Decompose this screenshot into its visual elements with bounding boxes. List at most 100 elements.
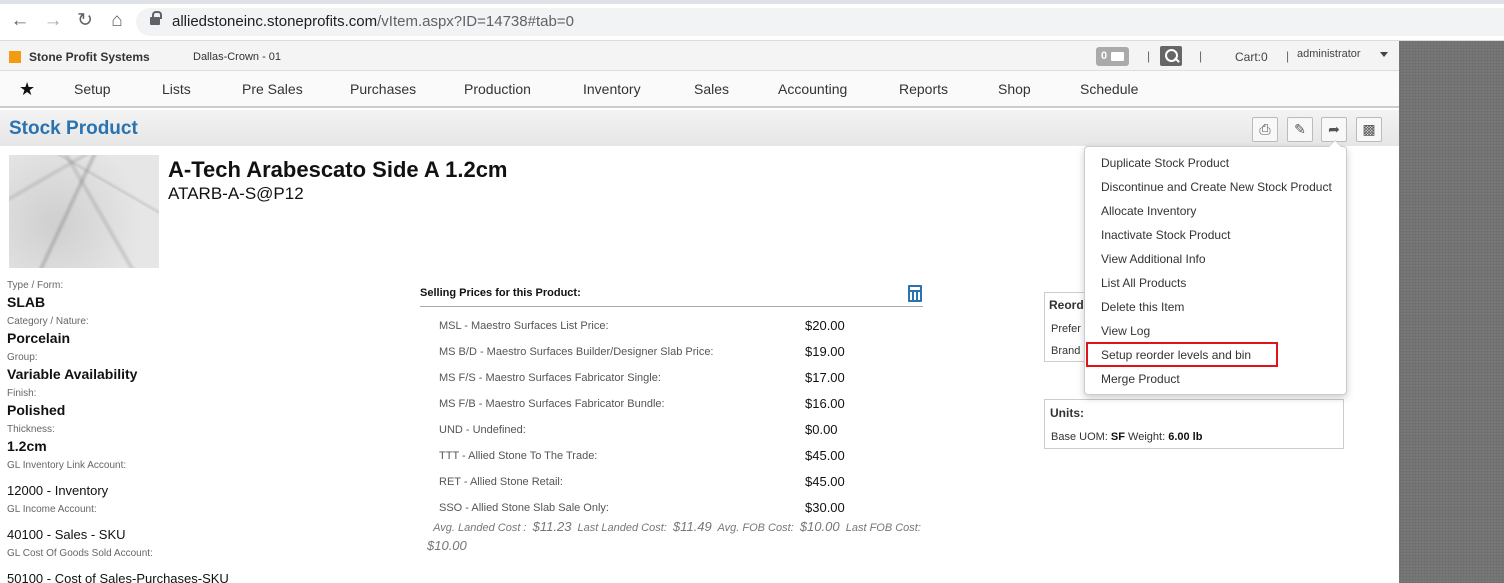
avg-fob-cost-label: Avg. FOB Cost: (717, 522, 794, 534)
price-row: UND - Undefined: $0.00 (420, 417, 923, 443)
weight-value: 6.00 lb (1168, 431, 1203, 443)
price-value: $17.00 (805, 370, 845, 385)
menu-inactivate-stock-product[interactable]: Inactivate Stock Product (1101, 228, 1230, 242)
cost-summary: Avg. Landed Cost : $11.23 Last Landed Co… (427, 518, 932, 556)
product-code: ATARB-A-S@P12 (168, 184, 304, 203)
menu-lists[interactable]: Lists (162, 81, 191, 97)
reload-icon[interactable]: ↻ (74, 10, 96, 32)
base-uom-label: Base UOM: (1051, 431, 1108, 443)
last-fob-cost-label: Last FOB Cost: (845, 522, 921, 534)
menu-pre-sales[interactable]: Pre Sales (242, 81, 303, 97)
menu-sales[interactable]: Sales (694, 81, 729, 97)
units-heading: Units: (1050, 406, 1084, 420)
price-label: RET - Allied Stone Retail: (439, 476, 563, 488)
price-row: TTT - Allied Stone To The Trade: $45.00 (420, 443, 923, 469)
avg-landed-cost-value: $11.23 (532, 519, 572, 534)
menu-list-all-products[interactable]: List All Products (1101, 276, 1186, 290)
mail-count: 0 (1101, 50, 1108, 62)
menu-view-additional-info[interactable]: View Additional Info (1101, 252, 1206, 266)
lock-icon (150, 11, 162, 27)
thickness-label: Thickness: (7, 424, 55, 435)
gl-inventory-value: 12000 - Inventory (7, 483, 109, 498)
category-label: Category / Nature: (7, 316, 89, 327)
price-row: MSL - Maestro Surfaces List Price: $20.0… (420, 313, 923, 339)
edit-icon[interactable]: ✎ (1287, 117, 1313, 142)
menu-reports[interactable]: Reports (899, 81, 948, 97)
price-value: $20.00 (805, 318, 845, 333)
brand-name[interactable]: Stone Profit Systems (29, 50, 150, 64)
back-arrow-icon[interactable]: ← (9, 10, 31, 32)
envelope-icon (1111, 52, 1124, 61)
cart-link[interactable]: Cart:0 (1235, 50, 1268, 64)
price-value: $45.00 (805, 474, 845, 489)
price-label: UND - Undefined: (439, 424, 526, 436)
location-label[interactable]: Dallas-Crown - 01 (193, 51, 281, 63)
price-label: MS F/B - Maestro Surfaces Fabricator Bun… (439, 398, 665, 410)
menu-discontinue-create-new[interactable]: Discontinue and Create New Stock Product (1101, 180, 1332, 194)
page-title: Stock Product (9, 118, 138, 139)
stats-icon[interactable]: ▩ (1356, 117, 1382, 142)
type-form-label: Type / Form: (7, 280, 64, 291)
menu-accounting[interactable]: Accounting (778, 81, 847, 97)
share-icon[interactable]: ➦ (1321, 117, 1347, 142)
last-landed-cost-value: $11.49 (672, 519, 712, 534)
menu-production[interactable]: Production (464, 81, 531, 97)
avg-fob-cost-value: $10.00 (799, 519, 840, 534)
category-value: Porcelain (7, 330, 71, 346)
gl-income-value: 40100 - Sales - SKU (7, 527, 126, 542)
chevron-down-icon[interactable] (1380, 52, 1388, 57)
highlight-box (1086, 342, 1278, 367)
thickness-value: 1.2cm (7, 438, 47, 454)
menu-schedule[interactable]: Schedule (1080, 81, 1138, 97)
logo-icon (9, 51, 21, 63)
url-host: alliedstoneinc.stoneprofits.com (172, 13, 378, 30)
user-menu[interactable]: administrator (1297, 48, 1361, 60)
separator: | (1147, 49, 1151, 63)
browser-toolbar: ← → ↻ ⌂ alliedstoneinc.stoneprofits.com/… (0, 0, 1504, 41)
menu-purchases[interactable]: Purchases (350, 81, 416, 97)
url-path: /vItem.aspx?ID=14738#tab=0 (377, 13, 574, 30)
avg-landed-cost-label: Avg. Landed Cost : (433, 522, 527, 534)
forward-arrow-icon[interactable]: → (42, 10, 64, 32)
price-value: $30.00 (805, 500, 845, 515)
price-value: $19.00 (805, 344, 845, 359)
window-background (1399, 41, 1504, 583)
units-panel: Units: Base UOM: SF Weight: 6.00 lb (1044, 399, 1344, 449)
product-name: A-Tech Arabescato Side A 1.2cm (168, 157, 508, 182)
print-icon[interactable]: ⎙ (1252, 117, 1278, 142)
price-value: $16.00 (805, 396, 845, 411)
group-label: Group: (7, 352, 38, 363)
price-row: MS F/B - Maestro Surfaces Fabricator Bun… (420, 391, 923, 417)
main-menu: ★ Setup Lists Pre Sales Purchases Produc… (0, 71, 1399, 108)
mail-button[interactable]: 0 (1096, 47, 1129, 66)
app-window: ← → ↻ ⌂ alliedstoneinc.stoneprofits.com/… (0, 0, 1504, 583)
calculator-icon[interactable] (908, 285, 922, 302)
last-landed-cost-label: Last Landed Cost: (577, 522, 667, 534)
menu-duplicate-stock-product[interactable]: Duplicate Stock Product (1101, 156, 1229, 170)
star-icon[interactable]: ★ (19, 79, 35, 100)
menu-shop[interactable]: Shop (998, 81, 1031, 97)
type-form-value: SLAB (7, 294, 46, 310)
menu-merge-product[interactable]: Merge Product (1101, 372, 1180, 386)
menu-inventory[interactable]: Inventory (583, 81, 641, 97)
search-icon[interactable] (1160, 46, 1182, 66)
gl-inventory-label: GL Inventory Link Account: (7, 460, 127, 471)
price-row: MS F/S - Maestro Surfaces Fabricator Sin… (420, 365, 923, 391)
page-title-bar: Stock Product ⎙ ✎ ➦ ▩ (0, 110, 1399, 146)
weight-label: Weight: (1128, 431, 1166, 443)
finish-value: Polished (7, 402, 66, 418)
home-icon[interactable]: ⌂ (106, 10, 128, 32)
address-bar[interactable]: alliedstoneinc.stoneprofits.com/vItem.as… (136, 8, 1504, 36)
divider (420, 306, 923, 307)
group-value: Variable Availability (7, 366, 138, 382)
menu-delete-item[interactable]: Delete this Item (1101, 300, 1184, 314)
reorder-heading: Reord (1049, 298, 1084, 312)
gl-cogs-value: 50100 - Cost of Sales-Purchases-SKU (7, 571, 229, 583)
app-header: Stone Profit Systems Dallas-Crown - 01 0… (0, 41, 1399, 71)
menu-setup[interactable]: Setup (74, 81, 111, 97)
menu-allocate-inventory[interactable]: Allocate Inventory (1101, 204, 1196, 218)
gl-cogs-label: GL Cost Of Goods Sold Account: (7, 548, 153, 559)
menu-view-log[interactable]: View Log (1101, 324, 1150, 338)
product-image[interactable] (9, 155, 159, 268)
last-fob-cost-value: $10.00 (427, 538, 467, 553)
